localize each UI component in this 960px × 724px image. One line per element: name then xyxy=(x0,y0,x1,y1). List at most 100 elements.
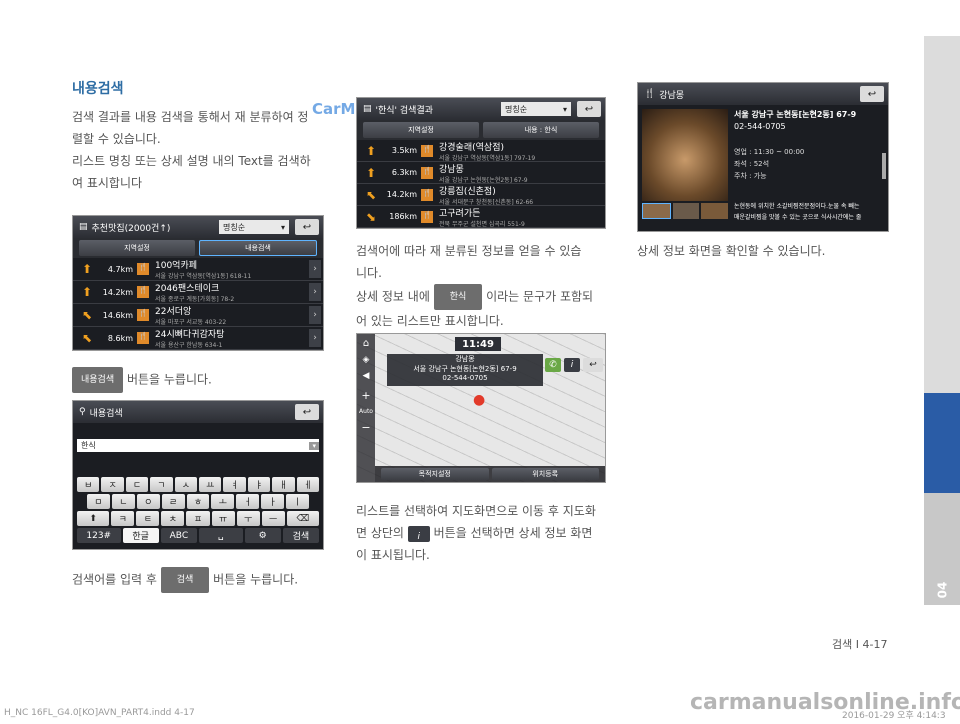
zoom-out-icon[interactable]: − xyxy=(357,421,375,434)
chapter-tab: 04 xyxy=(924,493,960,605)
back-button[interactable]: ↩ xyxy=(295,219,319,235)
list-item[interactable]: ⬉ 14.2km 🍴 강릉집(신촌점) 서울 서대문구 창천동[신촌동] 62-6… xyxy=(357,184,605,206)
direction-left-icon: ⬉ xyxy=(365,187,377,202)
info-icon[interactable]: i xyxy=(564,358,580,372)
compass-icon[interactable]: ◈ xyxy=(357,355,375,365)
zoom-in-icon[interactable]: + xyxy=(357,389,375,402)
set-destination-button[interactable]: 목적지설정 xyxy=(381,468,489,480)
chevron-right-icon[interactable]: › xyxy=(309,283,321,301)
sort-dropdown[interactable]: 명칭순 ▾ xyxy=(501,102,571,116)
chevron-right-icon[interactable]: › xyxy=(309,329,321,347)
list-item[interactable]: ⬊ 186km 🍴 고구려가든 전북 무주군 설천면 심곡리 551-9 xyxy=(357,206,605,228)
sort-dropdown[interactable]: 명칭순 ▾ xyxy=(219,220,289,234)
key[interactable]: ㅈ xyxy=(101,477,124,492)
direction-down-right-icon: ⬊ xyxy=(365,209,377,224)
key[interactable]: ㅊ xyxy=(161,511,185,526)
food-icon: 🍴 xyxy=(137,286,149,298)
key[interactable]: ㅏ xyxy=(261,494,285,509)
auto-zoom-label[interactable]: Auto xyxy=(357,408,375,415)
search-key[interactable]: 검색 xyxy=(282,528,319,543)
item-name: 강남몽 xyxy=(439,164,464,175)
key[interactable]: ㅑ xyxy=(247,477,271,492)
keyboard: ㅂ ㅈ ㄷ ㄱ ㅅ ㅛ ㅕ ㅑ ㅐ ㅔ ㅁ ㄴ ㅇ ㄹ ㅎ ㅗ ㅓ ㅏ ㅣ ⬆ … xyxy=(77,477,320,547)
col2-line-4: 어 있는 리스트만 표시합니다. xyxy=(356,314,504,328)
key[interactable]: ㅐ xyxy=(272,477,295,492)
map-place-address: 서울 강남구 논현동[논현2동] 67-9 xyxy=(413,365,517,373)
list-item[interactable]: ⬆ 6.3km 🍴 강남몽 서울 강남구 논현동[논현2동] 67-9 xyxy=(357,162,605,184)
backspace-key[interactable]: ⌫ xyxy=(286,511,319,526)
scrollbar[interactable] xyxy=(882,153,886,179)
phone-icon[interactable]: ✆ xyxy=(545,358,561,372)
key[interactable]: ㅋ xyxy=(111,511,135,526)
chevron-right-icon[interactable]: › xyxy=(309,260,321,278)
tab-content-filter[interactable]: 내용 : 한식 xyxy=(483,122,599,138)
key[interactable]: ㅕ xyxy=(223,477,246,492)
col2-line-3: 상세 정보 내에 한식 이라는 문구가 포함되 xyxy=(356,284,612,310)
list-item[interactable]: ⬆ 14.2km 🍴 2046팬스테이크 서울 종로구 계동[가회동] 78-2 … xyxy=(73,281,323,304)
key[interactable]: ㅌ xyxy=(136,511,160,526)
key[interactable]: ㅗ xyxy=(211,494,235,509)
back-arrow-icon: ↩ xyxy=(302,406,312,418)
screenshot-filtered-list: ▤ '한식' 검색결과 명칭순 ▾ ↩ 지역설정 내용 : 한식 ⬆ 3.5km … xyxy=(356,97,606,229)
key[interactable]: ㅣ xyxy=(286,494,310,509)
list-item[interactable]: ⬆ 4.7km 🍴 100억카페 서울 강남구 역삼동[역삼1동] 618-11 … xyxy=(73,258,323,281)
key[interactable]: ㅇ xyxy=(136,494,160,509)
home-icon[interactable]: ⌂ xyxy=(357,338,375,349)
key[interactable]: ㅍ xyxy=(186,511,210,526)
back-button[interactable]: ↩ xyxy=(577,101,601,117)
search-input[interactable]: 한식 ▾ xyxy=(77,439,319,452)
key[interactable]: ㄴ xyxy=(111,494,135,509)
key[interactable]: ㅎ xyxy=(186,494,210,509)
item-name: 고구려가든 xyxy=(439,208,481,219)
item-name: 강경술래(역삼점) xyxy=(439,142,504,153)
key[interactable]: ㄱ xyxy=(150,477,173,492)
korean-key[interactable]: 한글 xyxy=(122,528,159,543)
tab-region[interactable]: 지역설정 xyxy=(79,240,195,256)
thumbnail[interactable] xyxy=(701,203,729,219)
col2b-line-2-post: 버튼을 선택하면 상세 정보 화면 xyxy=(433,526,593,540)
keyboard-titlebar: ⚲ 내용검색 ↩ xyxy=(73,401,323,423)
list-item[interactable]: ⬆ 3.5km 🍴 강경술래(역삼점) 서울 강남구 역삼동[역삼1동] 797-… xyxy=(357,140,605,162)
sound-icon[interactable]: ◀ xyxy=(357,371,375,381)
shift-key[interactable]: ⬆ xyxy=(77,511,110,526)
map-place-name: 강남몽 xyxy=(455,355,475,363)
key[interactable]: ㅁ xyxy=(87,494,110,509)
search-input-value: 한식 xyxy=(81,441,96,450)
tab-region[interactable]: 지역설정 xyxy=(363,122,479,138)
key[interactable]: ㄷ xyxy=(125,477,149,492)
key[interactable]: ㅡ xyxy=(261,511,285,526)
detail-seats: 좌석 : 52석 xyxy=(734,160,770,168)
keyboard-row-4: 123# 한글 ABC ␣ ⚙ 검색 xyxy=(77,528,319,543)
filtered-tabs: 지역설정 내용 : 한식 xyxy=(357,120,605,140)
chevron-right-icon[interactable]: › xyxy=(309,306,321,324)
search-button-image: 검색 xyxy=(160,567,210,593)
col2-paragraph: 검색어에 따라 재 분류된 정보를 얻을 수 있습 니다. 상세 정보 내에 한… xyxy=(356,240,612,332)
back-button[interactable]: ↩ xyxy=(295,404,319,420)
english-key[interactable]: ABC xyxy=(160,528,197,543)
key[interactable]: ㅜ xyxy=(236,511,260,526)
col3-caption: 상세 정보 화면을 확인할 수 있습니다. xyxy=(637,244,826,258)
map-info-popup[interactable]: 강남몽 서울 강남구 논현동[논현2동] 67-9 02-544-0705 xyxy=(387,354,543,386)
key[interactable]: ㅂ xyxy=(77,477,100,492)
numbers-key[interactable]: 123# xyxy=(77,528,121,543)
item-address: 서울 강남구 역삼동[역삼1동] 618-11 xyxy=(155,273,252,280)
tab-content-search[interactable]: 내용검색 xyxy=(199,240,317,256)
key[interactable]: ㅛ xyxy=(199,477,222,492)
thumbnail[interactable] xyxy=(672,203,700,219)
settings-key[interactable]: ⚙ xyxy=(244,528,281,543)
key[interactable]: ㅠ xyxy=(211,511,235,526)
key[interactable]: ㅓ xyxy=(236,494,260,509)
register-location-button[interactable]: 위치등록 xyxy=(491,468,599,480)
back-arrow-icon[interactable]: ↩ xyxy=(583,358,603,372)
key[interactable]: ㅔ xyxy=(296,477,320,492)
key[interactable]: ㄹ xyxy=(161,494,185,509)
space-key[interactable]: ␣ xyxy=(199,528,243,543)
back-button[interactable]: ↩ xyxy=(860,86,884,102)
chevron-down-icon[interactable]: ▾ xyxy=(309,441,319,450)
list-item[interactable]: ⬉ 8.6km 🍴 24시뼈다귀감자탕 서울 용산구 한남동 634-1 › xyxy=(73,327,323,350)
key[interactable]: ㅅ xyxy=(174,477,198,492)
thumbnail[interactable] xyxy=(642,203,671,219)
list-item[interactable]: ⬉ 14.6km 🍴 22서더앙 서울 마포구 서교동 403-22 › xyxy=(73,304,323,327)
list-title: 추천맛집(2000건↑) xyxy=(91,223,171,234)
list-titlebar: ▤ 추천맛집(2000건↑) 명칭순 ▾ ↩ xyxy=(73,216,323,238)
